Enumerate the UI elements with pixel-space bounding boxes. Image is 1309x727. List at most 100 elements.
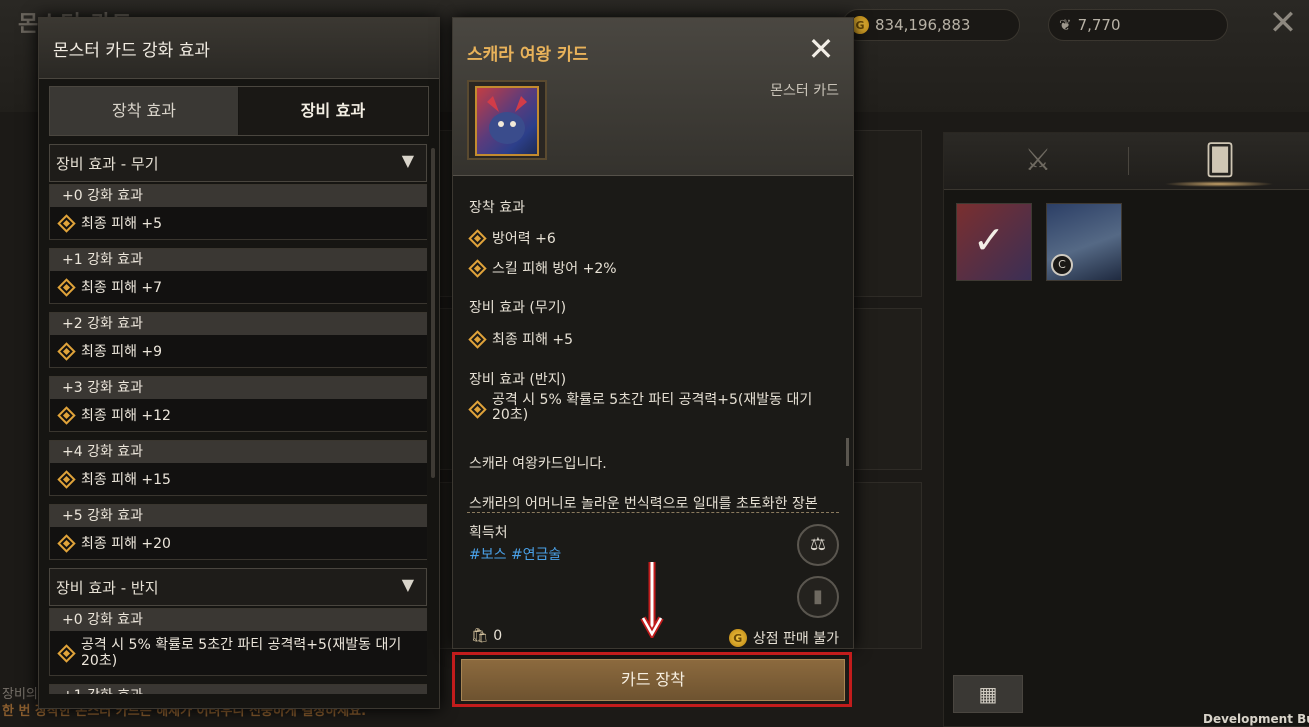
diamond-bullet-icon — [468, 259, 487, 278]
section-title: 장비 효과 - 반지 — [56, 579, 159, 597]
section-header-weapon[interactable]: 장비 효과 - 무기 ▼ — [49, 144, 427, 182]
chevron-down-icon: ▼ — [401, 151, 414, 170]
sell-status: G 상점 판매 불가 — [728, 628, 839, 648]
acquire-tags-link[interactable]: #보스 #연금술 — [469, 544, 561, 564]
book-button[interactable]: ▮ — [797, 576, 839, 618]
arrow-down-icon — [640, 562, 664, 638]
diamond-bullet-icon — [57, 534, 76, 553]
close-icon[interactable]: ✕ — [803, 32, 839, 68]
list-item: +5 강화 효과 최종 피해 +20 — [49, 504, 427, 560]
compare-scale-button[interactable]: ⚖ — [797, 524, 839, 566]
list-item: +4 강화 효과 최종 피해 +15 — [49, 440, 427, 496]
card-thumbnail — [467, 80, 547, 160]
scrollbar[interactable] — [431, 148, 435, 478]
acquire-title: 획득처 — [469, 525, 508, 541]
card-lore: 스캐라의 어머니로 놀라운 번식력으로 일대를 초토화한 장본 — [469, 496, 818, 512]
diamond-bullet-icon — [468, 400, 487, 419]
card-type: 몬스터 카드 — [770, 83, 839, 99]
inventory-card-slot[interactable]: C — [1046, 203, 1122, 281]
diamond-bullet-icon — [468, 229, 487, 248]
list-item: +1 강화 효과 — [49, 684, 427, 694]
list-item: +3 강화 효과 최종 피해 +12 — [49, 376, 427, 432]
level-label: +2 강화 효과 — [50, 313, 427, 335]
bag-count-value: 0 — [493, 628, 503, 644]
level-label: +3 강화 효과 — [50, 377, 427, 399]
equipment-tab-icon[interactable]: ⚔ — [1018, 141, 1058, 181]
diamond-bullet-icon — [57, 470, 76, 489]
dev-build-label: Development Build — [1203, 712, 1309, 726]
feather-icon: ❦ — [1059, 16, 1072, 34]
level-effect: 최종 피해 +9 — [81, 344, 163, 360]
bag-icon: 🛍 — [471, 628, 489, 644]
level-label: +0 강화 효과 — [50, 609, 427, 631]
install-effect-row: 방어력 +6 — [468, 228, 556, 248]
bag-count: 🛍 0 — [471, 628, 502, 644]
gold-coin-icon: G — [728, 629, 747, 647]
card-description: 스캐라 여왕카드입니다. — [469, 456, 607, 472]
book-icon: ▮ — [813, 586, 823, 607]
section-header-ring[interactable]: 장비 효과 - 반지 ▼ — [49, 568, 427, 606]
level-effect: 최종 피해 +15 — [81, 472, 171, 488]
scale-icon: ⚖ — [809, 534, 827, 555]
install-effect-row: 스킬 피해 방어 +2% — [468, 258, 617, 278]
level-effect: 최종 피해 +20 — [81, 536, 171, 552]
level-effect: 최종 피해 +12 — [81, 408, 171, 424]
level-effect: 최종 피해 +5 — [81, 216, 163, 232]
diamond-bullet-icon — [57, 644, 76, 663]
level-effect: 공격 시 5% 확률로 5초간 파티 공격력+5(재발동 대기 20초) — [81, 637, 402, 669]
level-label: +1 강화 효과 — [50, 249, 427, 271]
effect-tabs: 장착 효과 장비 효과 — [49, 86, 429, 136]
grade-badge-icon: C — [1051, 254, 1073, 276]
diamond-bullet-icon — [57, 278, 76, 297]
list-item: +2 강화 효과 최종 피해 +9 — [49, 312, 427, 368]
diamond-bullet-icon — [57, 342, 76, 361]
card-title: 스캐라 여왕 카드 — [467, 45, 589, 65]
list-item: +0 강화 효과 최종 피해 +5 — [49, 184, 427, 240]
gold-currency: G 834,196,883 — [842, 9, 1020, 41]
section-title: 장비 효과 - 무기 — [56, 155, 159, 173]
panel-title: 몬스터 카드 강화 효과 — [53, 41, 210, 61]
window-close-icon[interactable]: ✕ — [1264, 4, 1302, 42]
card-art-image — [475, 86, 539, 156]
diamond-bullet-icon — [468, 330, 487, 349]
list-item: +0 강화 효과 공격 시 5% 확률로 5초간 파티 공격력+5(재발동 대기… — [49, 608, 427, 676]
gold-amount: 834,196,883 — [875, 16, 971, 34]
tab-equipment-effect[interactable]: 장비 효과 — [239, 87, 427, 135]
level-label: +0 강화 효과 — [50, 185, 427, 207]
panel-header: 몬스터 카드 강화 효과 — [39, 18, 439, 79]
level-effect: 최종 피해 +7 — [81, 280, 163, 296]
weapon-effect-row: 최종 피해 +5 — [468, 329, 574, 349]
feather-amount: 7,770 — [1077, 16, 1121, 34]
inventory-tabs: ⚔ 🂠 — [944, 133, 1309, 190]
equip-card-button[interactable]: 카드 장착 — [461, 659, 845, 701]
divider — [467, 512, 839, 515]
weapon-effect: 최종 피해 +5 — [492, 332, 574, 348]
grid-view-button[interactable]: ▦ — [953, 675, 1023, 713]
feather-currency: ❦ 7,770 — [1048, 9, 1228, 41]
checkmark-icon: ✓ — [973, 218, 1005, 262]
card-tab-icon[interactable]: 🂠 — [1200, 141, 1240, 181]
enhancement-effects-panel: 몬스터 카드 강화 효과 장착 효과 장비 효과 장비 효과 - 무기 ▼ +0… — [38, 17, 440, 709]
tab-install-effect[interactable]: 장착 효과 — [50, 87, 238, 135]
card-detail-panel: 스캐라 여왕 카드 ✕ 몬스터 카드 장착 효과 방어력 +6 스킬 피해 방어… — [452, 17, 854, 649]
ring-effect-row: 공격 시 5% 확률로 5초간 파티 공격력+5(재발동 대기 20초) — [468, 393, 832, 423]
install-effect: 스킬 피해 방어 +2% — [492, 261, 617, 277]
chevron-down-icon: ▼ — [401, 575, 414, 594]
level-label: +4 강화 효과 — [50, 441, 427, 463]
scrollbar[interactable] — [846, 438, 849, 466]
card-inventory-panel: ⚔ 🂠 ✓ C — [943, 132, 1309, 727]
install-effect-title: 장착 효과 — [469, 200, 525, 216]
diamond-bullet-icon — [57, 214, 76, 233]
inventory-card-slot[interactable]: ✓ — [956, 203, 1032, 281]
ring-effect-title: 장비 효과 (반지) — [469, 372, 567, 388]
effect-list: 장비 효과 - 무기 ▼ +0 강화 효과 최종 피해 +5 +1 강화 효과 … — [49, 144, 427, 694]
list-item: +1 강화 효과 최종 피해 +7 — [49, 248, 427, 304]
level-label: +1 강화 효과 — [50, 685, 427, 694]
active-tab-indicator — [1164, 181, 1274, 187]
level-label: +5 강화 효과 — [50, 505, 427, 527]
card-detail-header: 스캐라 여왕 카드 ✕ 몬스터 카드 — [453, 18, 853, 176]
install-effect: 방어력 +6 — [492, 231, 556, 247]
diamond-bullet-icon — [57, 406, 76, 425]
weapon-effect-title: 장비 효과 (무기) — [469, 300, 567, 316]
sell-status-text: 상점 판매 불가 — [752, 631, 839, 647]
